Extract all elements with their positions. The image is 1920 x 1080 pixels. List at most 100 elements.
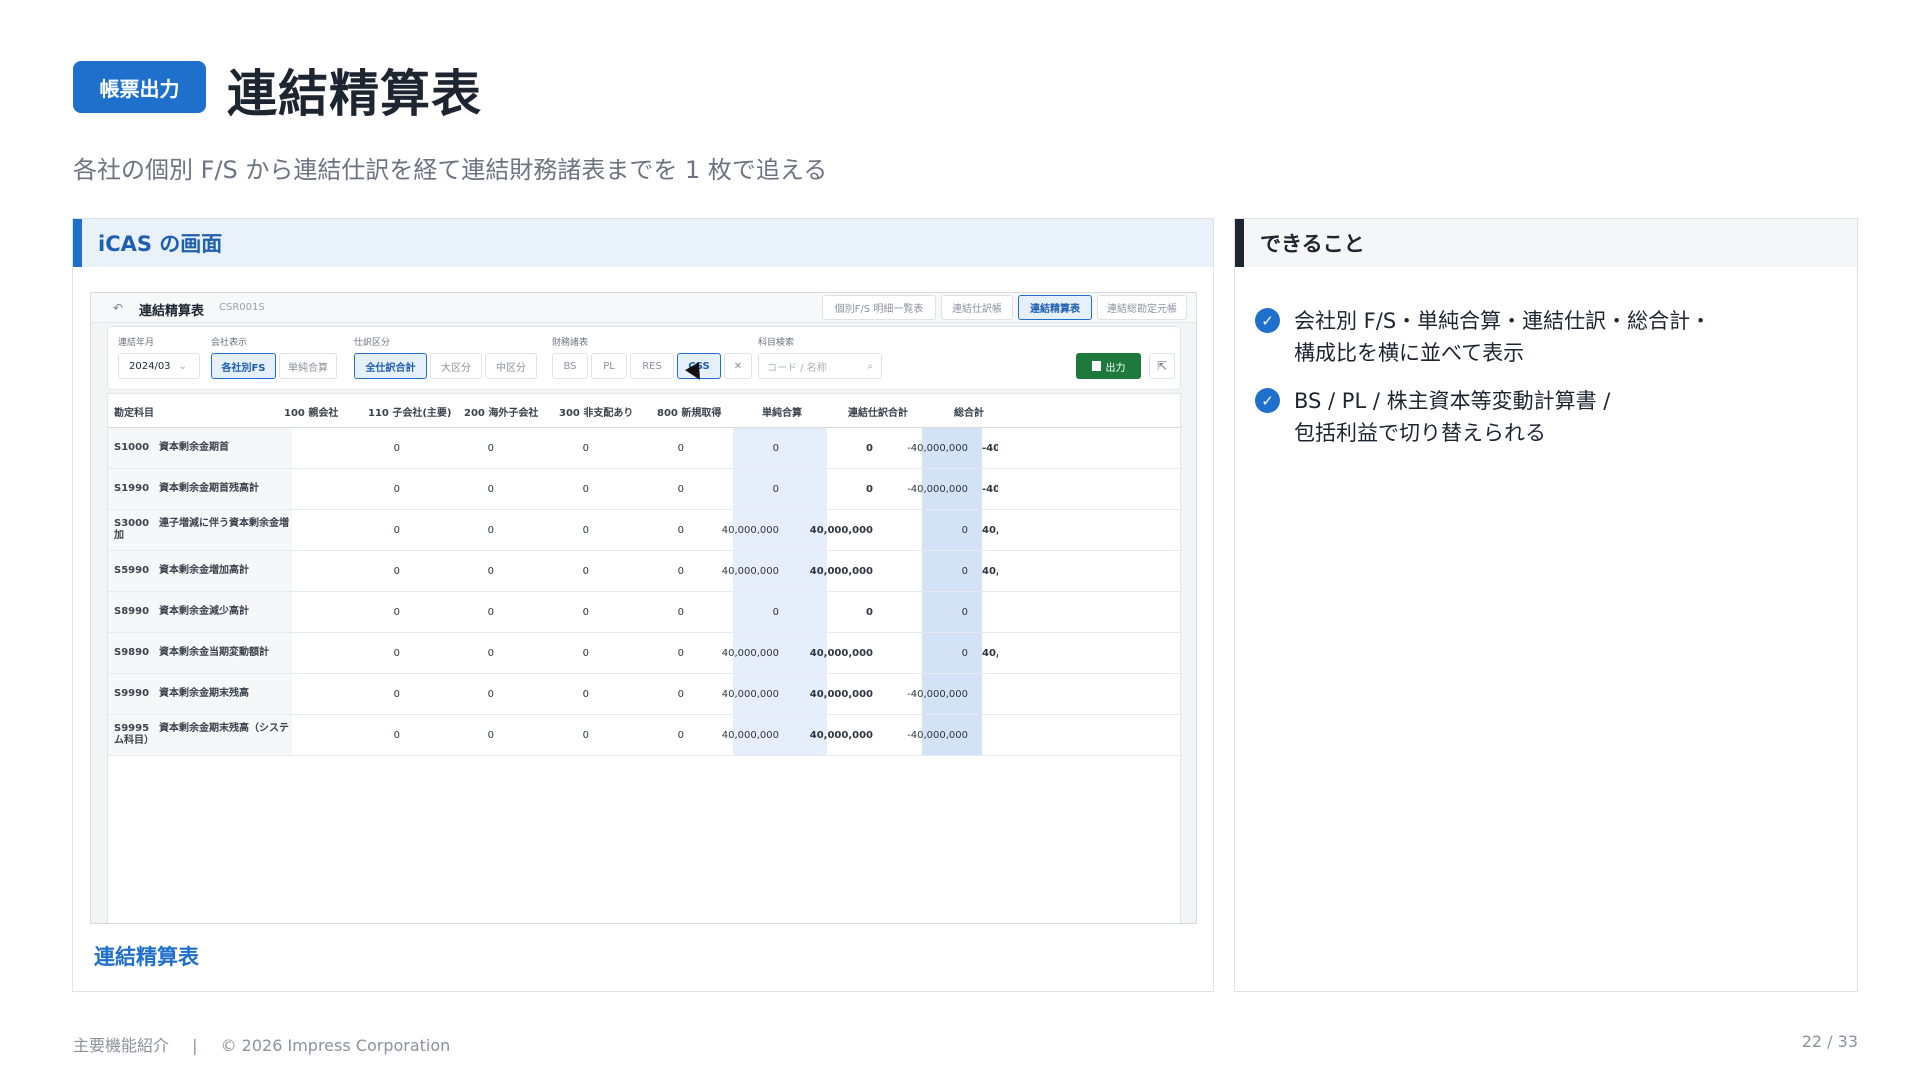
output-button[interactable]: 出力 (1076, 353, 1141, 379)
account-cell: S9890 資本剰余金当期変動額計 (108, 633, 292, 673)
feature-text: 構成比を横に並べて表示 (1294, 341, 1525, 365)
col-subsidiary[interactable]: 110 子会社(主要) (368, 394, 452, 428)
company-option-sum[interactable]: 単純合算 (279, 353, 337, 379)
account-cell: S9990 資本剰余金期末残高 (108, 674, 292, 714)
value-cell: 0 (677, 565, 684, 577)
value-cell: 0 (677, 524, 684, 536)
value-cell: 0 (487, 647, 494, 659)
value-cell: 0 (677, 442, 684, 454)
value-cell (938, 715, 998, 755)
page-subtitle: 各社の個別 F/S から連結仕訳を経て連結財務諸表までを 1 枚で追える (73, 156, 828, 184)
account-cell: S5990 資本剰余金増加高計 (108, 551, 292, 591)
search-input[interactable]: コード / 名称 ⌕ (758, 353, 882, 379)
col-overseas[interactable]: 200 海外子会社 (464, 394, 538, 428)
value-cell: 0 (393, 524, 400, 536)
search-placeholder: コード / 名称 (767, 362, 827, 374)
page-title: 連結精算表 (227, 65, 482, 123)
account-cell: S9995 資本剰余金期末残高（システム科目） (108, 715, 292, 755)
col-simple-sum[interactable]: 単純合算 (762, 394, 802, 428)
excel-icon (1091, 361, 1101, 371)
footer-copyright: © 2026 Impress Corporation (220, 1036, 451, 1055)
period-select[interactable]: 2024/03 ⌄ (118, 353, 200, 379)
table-header: 勘定科目 100 親会社 110 子会社(主要) 200 海外子会社 300 非… (108, 394, 1182, 428)
value-cell: 0 (393, 483, 400, 495)
tab-individual-fs[interactable]: 個別F/S 明細一覧表 (822, 295, 936, 320)
table-row[interactable]: S9995 資本剰余金期末残高（システム科目） 0 0 0 0 40,000,000 40,… (108, 715, 1182, 756)
journal-option-major[interactable]: 大区分 (430, 353, 482, 379)
footer-divider: | (192, 1036, 198, 1055)
value-cell: -40,00 (982, 442, 998, 454)
back-icon[interactable]: ↶ (109, 299, 127, 317)
table-row[interactable]: S5990 資本剰余金増加高計 0 0 0 0 40,000,000 40,000,000 0… (108, 551, 1182, 592)
value-cell: 40,00 (982, 647, 998, 659)
footer-left: 主要機能紹介 | © 2026 Impress Corporation (73, 1032, 450, 1056)
page-number: 22 / 33 (1801, 1032, 1858, 1051)
value-cell: 0 (487, 483, 494, 495)
account-cell: S3000 連子増減に伴う資本剰余金増加 (108, 510, 292, 550)
features-panel: できること ✓ 会社別 F/S・単純合算・連結仕訳・総合計・ 構成比を横に並べて… (1234, 218, 1858, 992)
app-screenshot: ↶ 連結精算表 CSR001S 個別F/S 明細一覧表 連結仕訳帳 連結精算表 … (90, 292, 1197, 924)
tab-worksheet[interactable]: 連結精算表 (1018, 295, 1092, 320)
feature-text: 包括利益で切り替えられる (1294, 421, 1546, 445)
screenshot-title: 連結精算表 (139, 304, 205, 319)
col-consolidation-journal[interactable]: 連結仕訳合計 (848, 394, 908, 428)
screen-panel-heading: iCAS の画面 (73, 219, 1213, 267)
col-noncontrolling[interactable]: 300 非支配あり (559, 394, 633, 428)
value-cell: 0 (677, 647, 684, 659)
screen-code: CSR001S (219, 302, 265, 313)
statement-option-res[interactable]: RES (630, 353, 674, 379)
value-cell: 0 (487, 565, 494, 577)
screen-panel: iCAS の画面 ↶ 連結精算表 CSR001S 個別F/S 明細一覧表 連結仕… (72, 218, 1214, 992)
value-cell: 0 (487, 688, 494, 700)
table-row[interactable]: S1990 資本剰余金期首残高計000000-40,000,000-40,00 (108, 469, 1182, 510)
value-cell: 0 (677, 729, 684, 741)
output-label: 出力 (1105, 362, 1126, 374)
value-cell: 0 (393, 442, 400, 454)
value-cell: 0 (487, 442, 494, 454)
feature-item: ✓ BS / PL / 株主資本等変動計算書 / 包括利益で切り替えられる (1255, 385, 1610, 449)
journal-option-middle[interactable]: 中区分 (485, 353, 537, 379)
value-cell: 40,000,000 (721, 647, 779, 659)
value-cell: 40,00 (982, 524, 998, 536)
col-new-acquisition[interactable]: 800 新規取得 (657, 394, 721, 428)
tab-ledger[interactable]: 連結総勘定元帳 (1097, 295, 1187, 320)
value-cell (938, 592, 998, 632)
value-cell: 0 (582, 688, 589, 700)
company-option-each[interactable]: 各社別FS (211, 353, 276, 379)
screenshot-caption: 連結精算表 (94, 945, 199, 969)
value-cell: 0 (393, 688, 400, 700)
value-cell: 0 (866, 606, 873, 618)
value-cell: 40,000,000 (721, 729, 779, 741)
journal-option-all[interactable]: 全仕訳合計 (354, 353, 427, 379)
clear-icon[interactable]: ✕ (724, 353, 752, 379)
table-row[interactable]: S1000 資本剰余金期首000000-40,000,000-40,00 (108, 428, 1182, 469)
value-cell: 0 (487, 606, 494, 618)
account-cell: S1000 資本剰余金期首 (108, 428, 292, 468)
features-panel-heading: できること (1235, 219, 1857, 267)
value-cell: 0 (582, 483, 589, 495)
value-cell: 0 (582, 442, 589, 454)
journal-label: 仕訳区分 (354, 338, 391, 348)
search-icon: ⌕ (867, 360, 873, 372)
table-row[interactable]: S9990 資本剰余金期末残高 0 0 0 0 40,000,000 40,000,000-… (108, 674, 1182, 715)
col-grand-total[interactable]: 総合計 (954, 394, 984, 428)
value-cell: 0 (487, 729, 494, 741)
value-cell: 0 (677, 606, 684, 618)
table-row[interactable]: S9890 資本剰余金当期変動額計 0 0 0 0 40,000,000 40,000,00… (108, 633, 1182, 674)
check-circle-icon: ✓ (1255, 388, 1280, 413)
footer-section: 主要機能紹介 (73, 1036, 170, 1055)
col-parent[interactable]: 100 親会社 (284, 394, 338, 428)
col-account[interactable]: 勘定科目 (114, 394, 154, 428)
value-cell: 40,00 (982, 565, 998, 577)
account-cell: S1990 資本剰余金期首残高計 (108, 469, 292, 509)
value-cell: 0 (582, 729, 589, 741)
period-value: 2024/03 (129, 360, 171, 372)
table-row[interactable]: S8990 資本剰余金減少高計 0 0 0 0 0 0 0 (108, 592, 1182, 633)
external-link-icon[interactable]: ⇱ (1149, 353, 1175, 379)
statement-option-bs[interactable]: BS (552, 353, 588, 379)
table-row[interactable]: S3000 連子増減に伴う資本剰余金増加 0 0 0 0 40,000,000 40,000… (108, 510, 1182, 551)
value-cell: 0 (772, 483, 779, 495)
tab-journal[interactable]: 連結仕訳帳 (941, 295, 1013, 320)
screenshot-topbar: ↶ 連結精算表 CSR001S 個別F/S 明細一覧表 連結仕訳帳 連結精算表 … (91, 293, 1196, 323)
statement-option-pl[interactable]: PL (591, 353, 627, 379)
